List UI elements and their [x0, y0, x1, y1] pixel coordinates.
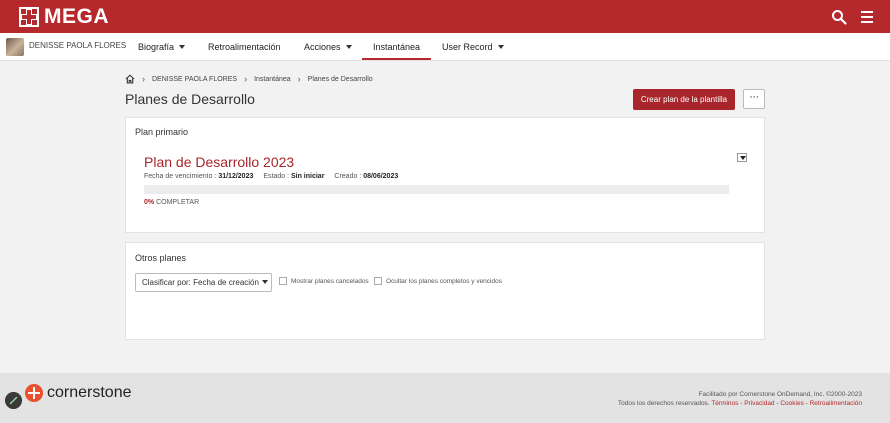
active-tab-indicator	[362, 58, 431, 60]
progress-percent: 0%	[144, 199, 155, 206]
nav-label: Retroalimentación	[208, 42, 281, 52]
plan-meta: Fecha de vencimiento : 31/12/2023 Estado…	[144, 173, 398, 180]
footer-link-cookies[interactable]: Cookies	[780, 400, 803, 407]
progress-suffix: COMPLETAR	[156, 199, 200, 206]
user-name[interactable]: DENISSE PAOLA FLORES	[29, 41, 126, 50]
chevron-right-icon: ›	[297, 74, 301, 84]
nav-label: User Record	[442, 42, 493, 52]
plan-options-dropdown[interactable]	[737, 153, 747, 162]
plan-title-link[interactable]: Plan de Desarrollo 2023	[144, 154, 294, 170]
hamburger-menu-icon[interactable]	[861, 11, 873, 23]
hide-completed-checkbox[interactable]: Ocultar los planes completos y vencidos	[374, 277, 502, 285]
nav-biografia[interactable]: Biografía	[138, 42, 186, 52]
show-cancelled-checkbox[interactable]: Mostrar planes cancelados	[279, 277, 369, 285]
cornerstone-logo-icon	[25, 384, 43, 402]
avatar[interactable]	[6, 38, 24, 56]
chevron-right-icon: ›	[244, 74, 248, 84]
chevron-down-icon	[261, 280, 268, 284]
brand-name: MEGA	[44, 5, 109, 28]
progress-text: 0% COMPLETAR	[144, 199, 199, 206]
primary-plan-card: Plan primario Plan de Desarrollo 2023 Fe…	[125, 117, 765, 233]
footer-rights: Todos los derechos reservados.	[617, 400, 710, 407]
footer-link-terminos[interactable]: Términos	[711, 400, 738, 407]
nav-label: Biografía	[138, 42, 175, 52]
nav-user-record[interactable]: User Record	[442, 42, 504, 52]
nav-label: Acciones	[304, 42, 341, 52]
checkbox-box[interactable]	[374, 277, 382, 285]
footer-link-retroalimentacion[interactable]: Retroalimentación	[810, 400, 862, 407]
hide-completed-label: Ocultar los planes completos y vencidos	[386, 277, 502, 285]
created-value: 08/06/2023	[363, 173, 399, 180]
progress-bar	[144, 185, 729, 194]
top-bar: MEGA	[0, 0, 890, 33]
page-title: Planes de Desarrollo	[125, 91, 255, 107]
status-label: Estado :	[263, 173, 290, 180]
checkbox-box[interactable]	[279, 277, 287, 285]
sort-dropdown[interactable]: Clasificar por: Fecha de creación	[135, 273, 272, 292]
section-title-others: Otros planes	[135, 253, 187, 263]
due-label: Fecha de vencimiento :	[144, 173, 217, 180]
breadcrumb: › DENISSE PAOLA FLORES › Instantánea › P…	[125, 74, 373, 84]
search-icon[interactable]	[831, 9, 847, 25]
due-value: 31/12/2023	[218, 173, 254, 180]
brand-logo[interactable]: MEGA	[19, 5, 109, 29]
other-plans-card: Otros planes Clasificar por: Fecha de cr…	[125, 242, 765, 340]
chevron-right-icon: ›	[142, 74, 145, 84]
footer-powered-by: Facilitado por Cornerstone OnDemand, Inc…	[698, 391, 862, 398]
nav-acciones[interactable]: Acciones	[304, 42, 352, 52]
breadcrumb-current: Planes de Desarrollo	[307, 75, 373, 83]
created-label: Creado :	[334, 173, 362, 180]
chevron-down-icon	[497, 45, 504, 49]
status-value: Sin iniciar	[290, 173, 325, 180]
footer-legal: Facilitado por Cornerstone OnDemand, Inc…	[618, 390, 862, 408]
chevron-down-icon	[179, 45, 186, 49]
cornerstone-logo-text: cornerstone	[47, 384, 132, 401]
breadcrumb-user[interactable]: DENISSE PAOLA FLORES	[152, 76, 237, 83]
sort-label: Clasificar por: Fecha de creación	[142, 278, 259, 287]
more-options-button[interactable]: ···	[743, 89, 765, 109]
nav-bar: DENISSE PAOLA FLORES Biografía Retroalim…	[0, 33, 890, 61]
section-title-primary: Plan primario	[135, 127, 189, 137]
mega-logo-icon	[19, 7, 39, 27]
edit-pencil-icon[interactable]	[5, 392, 22, 409]
footer-links-line: Todos los derechos reservados. Términos …	[617, 400, 862, 407]
cornerstone-logo: cornerstone	[25, 384, 132, 402]
footer-link-privacidad[interactable]: Privacidad	[744, 400, 774, 407]
breadcrumb-instantanea[interactable]: Instantánea	[254, 76, 291, 83]
footer: cornerstone Facilitado por Cornerstone O…	[0, 373, 890, 423]
nav-retroalimentacion[interactable]: Retroalimentación	[208, 42, 281, 52]
create-from-template-button[interactable]: Crear plan de la plantilla	[633, 89, 735, 110]
nav-instantanea[interactable]: Instantánea	[373, 42, 420, 52]
show-cancelled-label: Mostrar planes cancelados	[291, 277, 369, 285]
chevron-down-icon	[345, 45, 352, 49]
home-icon[interactable]	[125, 74, 135, 84]
nav-label: Instantánea	[373, 42, 421, 52]
